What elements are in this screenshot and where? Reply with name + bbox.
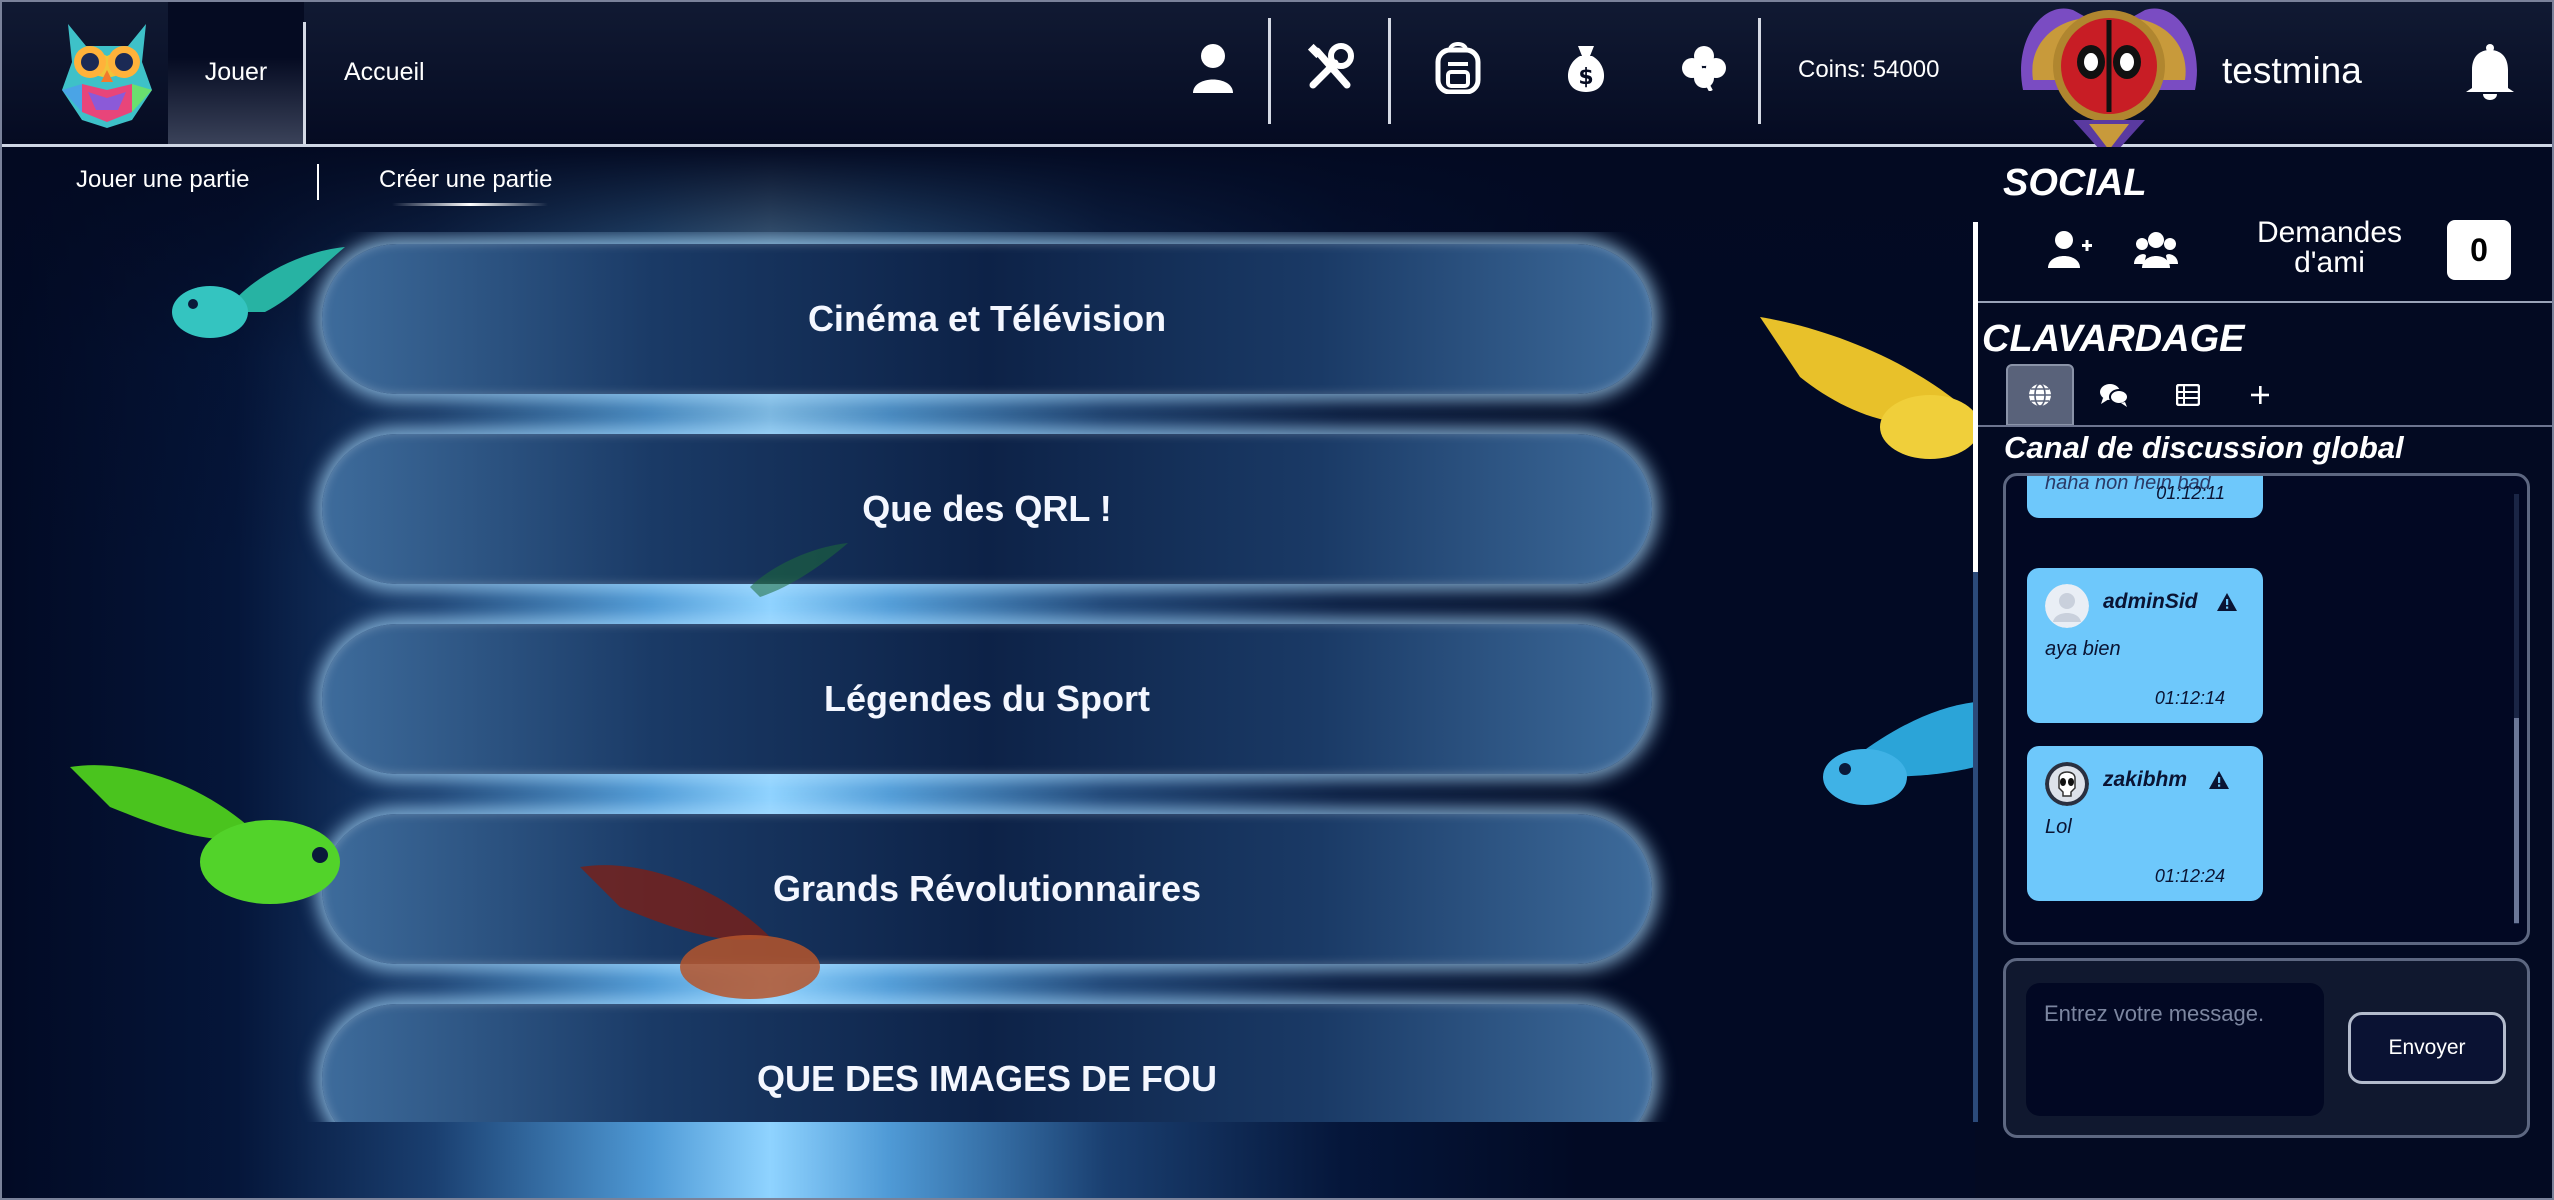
clover-icon <box>1682 46 1726 91</box>
category-label: Légendes du Sport <box>823 678 1151 719</box>
user-avatar[interactable] <box>2045 762 2089 806</box>
divider <box>1268 18 1271 124</box>
tools-button[interactable] <box>1300 38 1360 98</box>
tab-new-channel[interactable] <box>2226 364 2294 426</box>
profile-icon <box>1193 44 1233 93</box>
section-divider <box>1978 301 2554 303</box>
subnav-divider <box>317 164 319 200</box>
report-warning-icon[interactable] <box>2208 770 2230 790</box>
green-bird-decoration <box>70 765 340 904</box>
sidebar-scroll-thumb[interactable] <box>1973 222 1978 572</box>
luck-button[interactable] <box>1674 38 1734 98</box>
teal-bird-decoration <box>172 247 345 338</box>
bell-icon[interactable] <box>2462 42 2518 102</box>
nav-tab-jouer-label: Jouer <box>204 57 268 86</box>
subnav-jouer-partie[interactable]: Jouer une partie <box>76 166 249 194</box>
subnav-active-indicator <box>392 203 548 206</box>
chat-title: CLAVARDAGE <box>1982 318 2245 360</box>
subnav-creer-partie[interactable]: Créer une partie <box>379 166 552 194</box>
faded-bird-decoration <box>750 543 848 597</box>
message-username[interactable]: zakibhm <box>2103 768 2187 792</box>
category-label: QUE DES IMAGES DE FOU <box>756 1058 1218 1099</box>
nav-tab-jouer[interactable]: Jouer <box>168 0 304 144</box>
blue-bird-decoration <box>1823 702 1975 805</box>
add-friend-icon[interactable] <box>2048 230 2092 270</box>
category-label: Que des QRL ! <box>862 488 1112 529</box>
nav-tab-accueil-label: Accueil <box>344 57 425 86</box>
tools-icon <box>1307 43 1354 89</box>
list-icon <box>2176 384 2200 406</box>
chat-message: zakibhm Lol 01:12:24 <box>2027 746 2263 901</box>
tab-channels-list[interactable] <box>2154 364 2222 426</box>
friends-list-icon[interactable] <box>2134 230 2178 270</box>
top-navbar: Jouer Accueil $ Coins: 54000 testmina <box>0 0 2554 160</box>
category-card[interactable]: Que des QRL ! <box>322 434 1652 584</box>
category-card[interactable]: Cinéma et Télévision <box>322 244 1652 394</box>
tab-conversations[interactable] <box>2080 364 2148 426</box>
divider <box>1388 18 1391 124</box>
chat-messages-panel[interactable]: haha non hein bad 01:12:11 adminSid aya … <box>2003 473 2530 945</box>
username: testmina <box>2222 50 2362 91</box>
nav-tab-accueil[interactable]: Accueil <box>344 0 425 144</box>
message-input[interactable] <box>2026 983 2324 1116</box>
chat-message: haha non hein bad 01:12:11 <box>2027 476 2263 518</box>
inventory-button[interactable] <box>1428 38 1488 98</box>
chat-bubbles-icon <box>2100 384 2129 407</box>
message-username[interactable]: adminSid <box>2103 590 2198 614</box>
owl-logo[interactable] <box>48 12 166 130</box>
category-card[interactable]: Grands Révolutionnaires <box>322 814 1652 964</box>
tab-global-chat[interactable] <box>2006 364 2074 426</box>
plus-icon <box>2251 386 2269 404</box>
backpack-icon <box>1435 42 1481 94</box>
yellow-bird-decoration <box>1760 317 1975 459</box>
message-time: 01:12:14 <box>2154 688 2225 708</box>
main-game-area: Cinéma et Télévision Que des QRL ! Légen… <box>0 147 1975 1200</box>
coins-display: Coins: 54000 <box>1798 56 1940 83</box>
channel-title: Canal de discussion global <box>2004 430 2404 465</box>
report-warning-icon[interactable] <box>2216 592 2238 612</box>
avatar[interactable] <box>2003 0 2215 160</box>
friend-requests-label: Demandes d'ami <box>2256 216 2403 279</box>
user-avatar[interactable] <box>2045 584 2089 628</box>
category-card[interactable]: QUE DES IMAGES DE FOU <box>322 1004 1652 1122</box>
category-card[interactable]: Légendes du Sport <box>322 624 1652 774</box>
chat-tabs-divider <box>1978 425 2554 427</box>
message-text: aya bien <box>2045 638 2121 660</box>
social-title: SOCIAL <box>2003 162 2147 204</box>
profile-button[interactable] <box>1183 38 1243 98</box>
category-list: Cinéma et Télévision Que des QRL ! Légen… <box>280 232 1720 1122</box>
category-label: Cinéma et Télévision <box>807 298 1167 339</box>
message-time: 01:12:11 <box>2156 483 2225 503</box>
svg-text:$: $ <box>1578 65 1593 90</box>
divider <box>1758 18 1761 124</box>
friend-requests-count[interactable]: 0 <box>2447 220 2511 280</box>
message-text: Lol <box>2045 816 2072 838</box>
globe-icon <box>2029 383 2051 407</box>
divider <box>303 22 306 144</box>
chat-scroll-thumb[interactable] <box>2514 718 2519 923</box>
message-time: 01:12:24 <box>2154 866 2225 886</box>
shop-button[interactable]: $ <box>1556 38 1616 98</box>
red-bird-decoration <box>580 865 820 999</box>
money-bag-icon: $ <box>1567 46 1605 92</box>
send-button[interactable]: Envoyer <box>2348 1012 2506 1084</box>
chat-message: adminSid aya bien 01:12:14 <box>2027 568 2263 723</box>
